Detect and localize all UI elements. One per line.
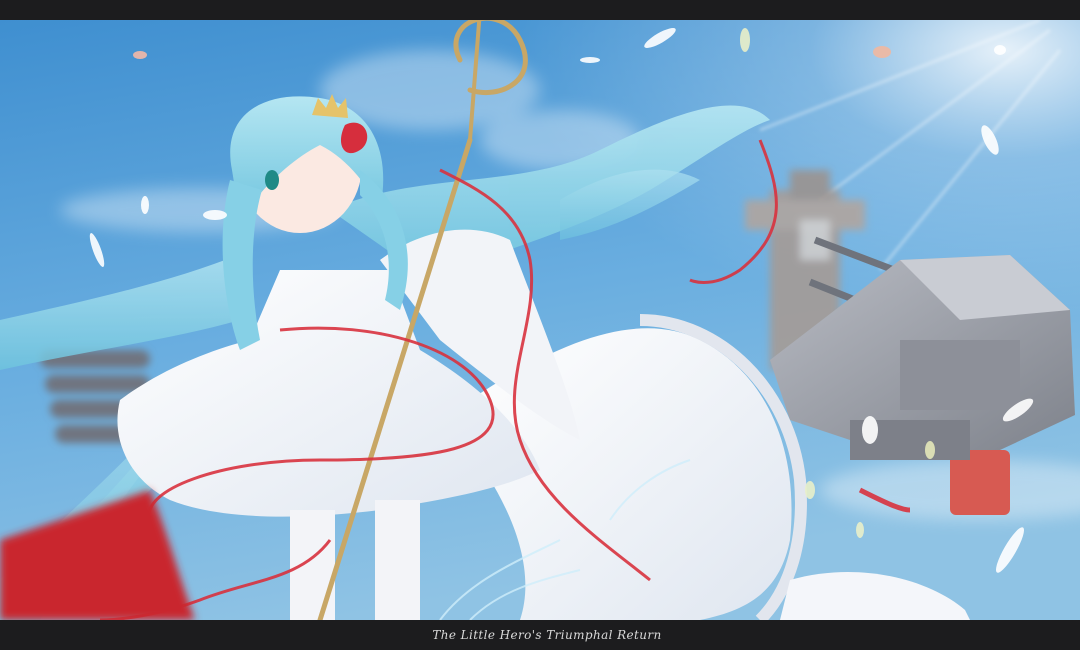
letterbox-bottom-bar: The Little Hero's Triumphal Return xyxy=(0,620,1080,650)
letterbox-top-bar xyxy=(0,0,1080,20)
caption-title: The Little Hero's Triumphal Return xyxy=(432,628,662,642)
artwork xyxy=(0,20,1080,620)
